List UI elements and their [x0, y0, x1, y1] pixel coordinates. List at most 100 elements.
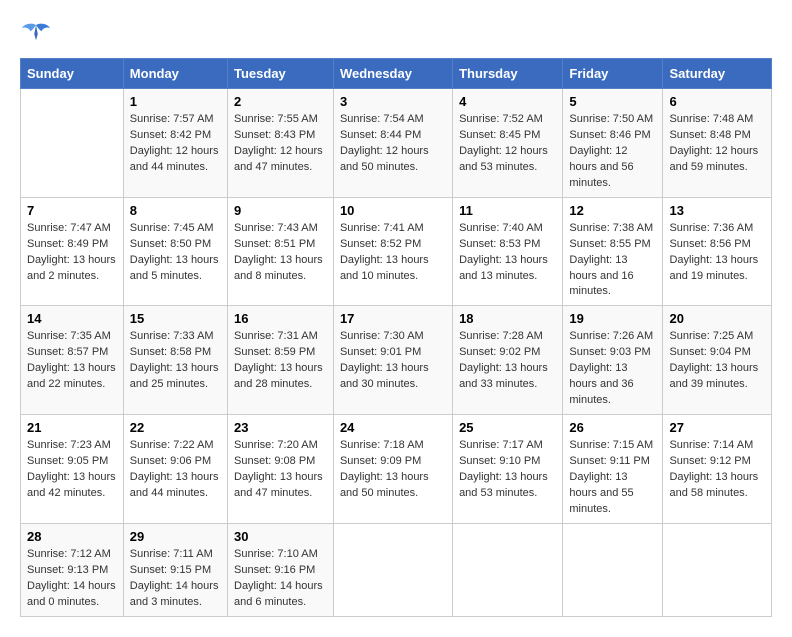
day-info: Sunrise: 7:12 AMSunset: 9:13 PMDaylight:… [27, 547, 117, 611]
calendar-cell [563, 523, 663, 616]
day-info: Sunrise: 7:38 AMSunset: 8:55 PMDaylight:… [569, 221, 656, 301]
day-number: 30 [234, 529, 327, 544]
day-info: Sunrise: 7:23 AMSunset: 9:05 PMDaylight:… [27, 438, 117, 502]
day-info: Sunrise: 7:35 AMSunset: 8:57 PMDaylight:… [27, 329, 117, 393]
day-number: 21 [27, 420, 117, 435]
day-number: 2 [234, 94, 327, 109]
day-number: 24 [340, 420, 446, 435]
day-info: Sunrise: 7:15 AMSunset: 9:11 PMDaylight:… [569, 438, 656, 518]
calendar-cell: 26 Sunrise: 7:15 AMSunset: 9:11 PMDayligh… [563, 415, 663, 524]
calendar-cell: 16 Sunrise: 7:31 AMSunset: 8:59 PMDayligh… [228, 306, 334, 415]
day-info: Sunrise: 7:55 AMSunset: 8:43 PMDaylight:… [234, 112, 327, 176]
day-info: Sunrise: 7:30 AMSunset: 9:01 PMDaylight:… [340, 329, 446, 393]
calendar-cell [333, 523, 452, 616]
col-header-thursday: Thursday [453, 59, 563, 89]
calendar-cell: 18Sunrise: 7:28 AMSunset: 9:02 PMDayligh… [453, 306, 563, 415]
day-info: Sunrise: 7:52 AMSunset: 8:45 PMDaylight:… [459, 112, 556, 176]
calendar-cell: 9 Sunrise: 7:43 AMSunset: 8:51 PMDaylight… [228, 197, 334, 306]
day-info: Sunrise: 7:47 AMSunset: 8:49 PMDaylight:… [27, 221, 117, 285]
calendar-cell: 21 Sunrise: 7:23 AMSunset: 9:05 PMDayligh… [21, 415, 124, 524]
day-info: Sunrise: 7:18 AMSunset: 9:09 PMDaylight:… [340, 438, 446, 502]
day-info: Sunrise: 7:40 AMSunset: 8:53 PMDaylight:… [459, 221, 556, 285]
day-info: Sunrise: 7:36 AMSunset: 8:56 PMDaylight:… [669, 221, 765, 285]
week-row-4: 28 Sunrise: 7:12 AMSunset: 9:13 PMDayligh… [21, 523, 772, 616]
calendar-cell: 11 Sunrise: 7:40 AMSunset: 8:53 PMDayligh… [453, 197, 563, 306]
day-info: Sunrise: 7:22 AMSunset: 9:06 PMDaylight:… [130, 438, 221, 502]
week-row-0: 1 Sunrise: 7:57 AMSunset: 8:42 PMDaylight… [21, 89, 772, 198]
week-row-2: 14 Sunrise: 7:35 AMSunset: 8:57 PMDayligh… [21, 306, 772, 415]
day-number: 1 [130, 94, 221, 109]
logo-icon [20, 20, 52, 48]
day-number: 26 [569, 420, 656, 435]
calendar-cell: 23Sunrise: 7:20 AMSunset: 9:08 PMDayligh… [228, 415, 334, 524]
day-number: 9 [234, 203, 327, 218]
day-number: 14 [27, 311, 117, 326]
day-info: Sunrise: 7:45 AMSunset: 8:50 PMDaylight:… [130, 221, 221, 285]
calendar-cell: 13 Sunrise: 7:36 AMSunset: 8:56 PMDayligh… [663, 197, 772, 306]
day-number: 25 [459, 420, 556, 435]
day-info: Sunrise: 7:26 AMSunset: 9:03 PMDaylight:… [569, 329, 656, 409]
day-number: 20 [669, 311, 765, 326]
day-info: Sunrise: 7:10 AMSunset: 9:16 PMDaylight:… [234, 547, 327, 611]
week-row-3: 21 Sunrise: 7:23 AMSunset: 9:05 PMDayligh… [21, 415, 772, 524]
day-info: Sunrise: 7:48 AMSunset: 8:48 PMDaylight:… [669, 112, 765, 176]
header-row: SundayMondayTuesdayWednesdayThursdayFrid… [21, 59, 772, 89]
day-number: 11 [459, 203, 556, 218]
day-info: Sunrise: 7:33 AMSunset: 8:58 PMDaylight:… [130, 329, 221, 393]
calendar-cell: 22 Sunrise: 7:22 AMSunset: 9:06 PMDayligh… [123, 415, 227, 524]
day-info: Sunrise: 7:57 AMSunset: 8:42 PMDaylight:… [130, 112, 221, 176]
calendar-body: 1 Sunrise: 7:57 AMSunset: 8:42 PMDaylight… [21, 89, 772, 617]
day-info: Sunrise: 7:20 AMSunset: 9:08 PMDaylight:… [234, 438, 327, 502]
calendar-cell: 10 Sunrise: 7:41 AMSunset: 8:52 PMDayligh… [333, 197, 452, 306]
page-header [20, 20, 772, 48]
week-row-1: 7Sunrise: 7:47 AMSunset: 8:49 PMDaylight… [21, 197, 772, 306]
calendar-header: SundayMondayTuesdayWednesdayThursdayFrid… [21, 59, 772, 89]
calendar-cell: 2 Sunrise: 7:55 AMSunset: 8:43 PMDaylight… [228, 89, 334, 198]
logo [20, 20, 56, 48]
day-number: 10 [340, 203, 446, 218]
day-number: 16 [234, 311, 327, 326]
col-header-monday: Monday [123, 59, 227, 89]
day-number: 4 [459, 94, 556, 109]
calendar-cell: 29Sunrise: 7:11 AMSunset: 9:15 PMDayligh… [123, 523, 227, 616]
day-info: Sunrise: 7:11 AMSunset: 9:15 PMDaylight:… [130, 547, 221, 611]
calendar-cell [21, 89, 124, 198]
col-header-friday: Friday [563, 59, 663, 89]
calendar-cell: 6Sunrise: 7:48 AMSunset: 8:48 PMDaylight… [663, 89, 772, 198]
col-header-sunday: Sunday [21, 59, 124, 89]
calendar-cell: 24 Sunrise: 7:18 AMSunset: 9:09 PMDayligh… [333, 415, 452, 524]
day-number: 17 [340, 311, 446, 326]
calendar-table: SundayMondayTuesdayWednesdayThursdayFrid… [20, 58, 772, 617]
day-info: Sunrise: 7:43 AMSunset: 8:51 PMDaylight:… [234, 221, 327, 285]
day-info: Sunrise: 7:17 AMSunset: 9:10 PMDaylight:… [459, 438, 556, 502]
col-header-wednesday: Wednesday [333, 59, 452, 89]
calendar-cell: 8 Sunrise: 7:45 AMSunset: 8:50 PMDaylight… [123, 197, 227, 306]
day-number: 18 [459, 311, 556, 326]
calendar-cell: 25 Sunrise: 7:17 AMSunset: 9:10 PMDayligh… [453, 415, 563, 524]
day-number: 19 [569, 311, 656, 326]
calendar-cell [453, 523, 563, 616]
col-header-tuesday: Tuesday [228, 59, 334, 89]
day-number: 3 [340, 94, 446, 109]
calendar-cell: 20 Sunrise: 7:25 AMSunset: 9:04 PMDayligh… [663, 306, 772, 415]
calendar-cell: 19 Sunrise: 7:26 AMSunset: 9:03 PMDayligh… [563, 306, 663, 415]
day-number: 13 [669, 203, 765, 218]
calendar-cell: 1 Sunrise: 7:57 AMSunset: 8:42 PMDaylight… [123, 89, 227, 198]
col-header-saturday: Saturday [663, 59, 772, 89]
day-number: 8 [130, 203, 221, 218]
day-number: 28 [27, 529, 117, 544]
calendar-cell: 12Sunrise: 7:38 AMSunset: 8:55 PMDayligh… [563, 197, 663, 306]
day-info: Sunrise: 7:25 AMSunset: 9:04 PMDaylight:… [669, 329, 765, 393]
day-info: Sunrise: 7:41 AMSunset: 8:52 PMDaylight:… [340, 221, 446, 285]
calendar-cell: 15Sunrise: 7:33 AMSunset: 8:58 PMDayligh… [123, 306, 227, 415]
day-info: Sunrise: 7:31 AMSunset: 8:59 PMDaylight:… [234, 329, 327, 393]
calendar-cell: 17 Sunrise: 7:30 AMSunset: 9:01 PMDayligh… [333, 306, 452, 415]
calendar-cell: 27Sunrise: 7:14 AMSunset: 9:12 PMDayligh… [663, 415, 772, 524]
calendar-cell: 3 Sunrise: 7:54 AMSunset: 8:44 PMDaylight… [333, 89, 452, 198]
calendar-cell: 7Sunrise: 7:47 AMSunset: 8:49 PMDaylight… [21, 197, 124, 306]
calendar-cell: 14 Sunrise: 7:35 AMSunset: 8:57 PMDayligh… [21, 306, 124, 415]
day-number: 22 [130, 420, 221, 435]
day-info: Sunrise: 7:54 AMSunset: 8:44 PMDaylight:… [340, 112, 446, 176]
calendar-cell [663, 523, 772, 616]
day-info: Sunrise: 7:14 AMSunset: 9:12 PMDaylight:… [669, 438, 765, 502]
